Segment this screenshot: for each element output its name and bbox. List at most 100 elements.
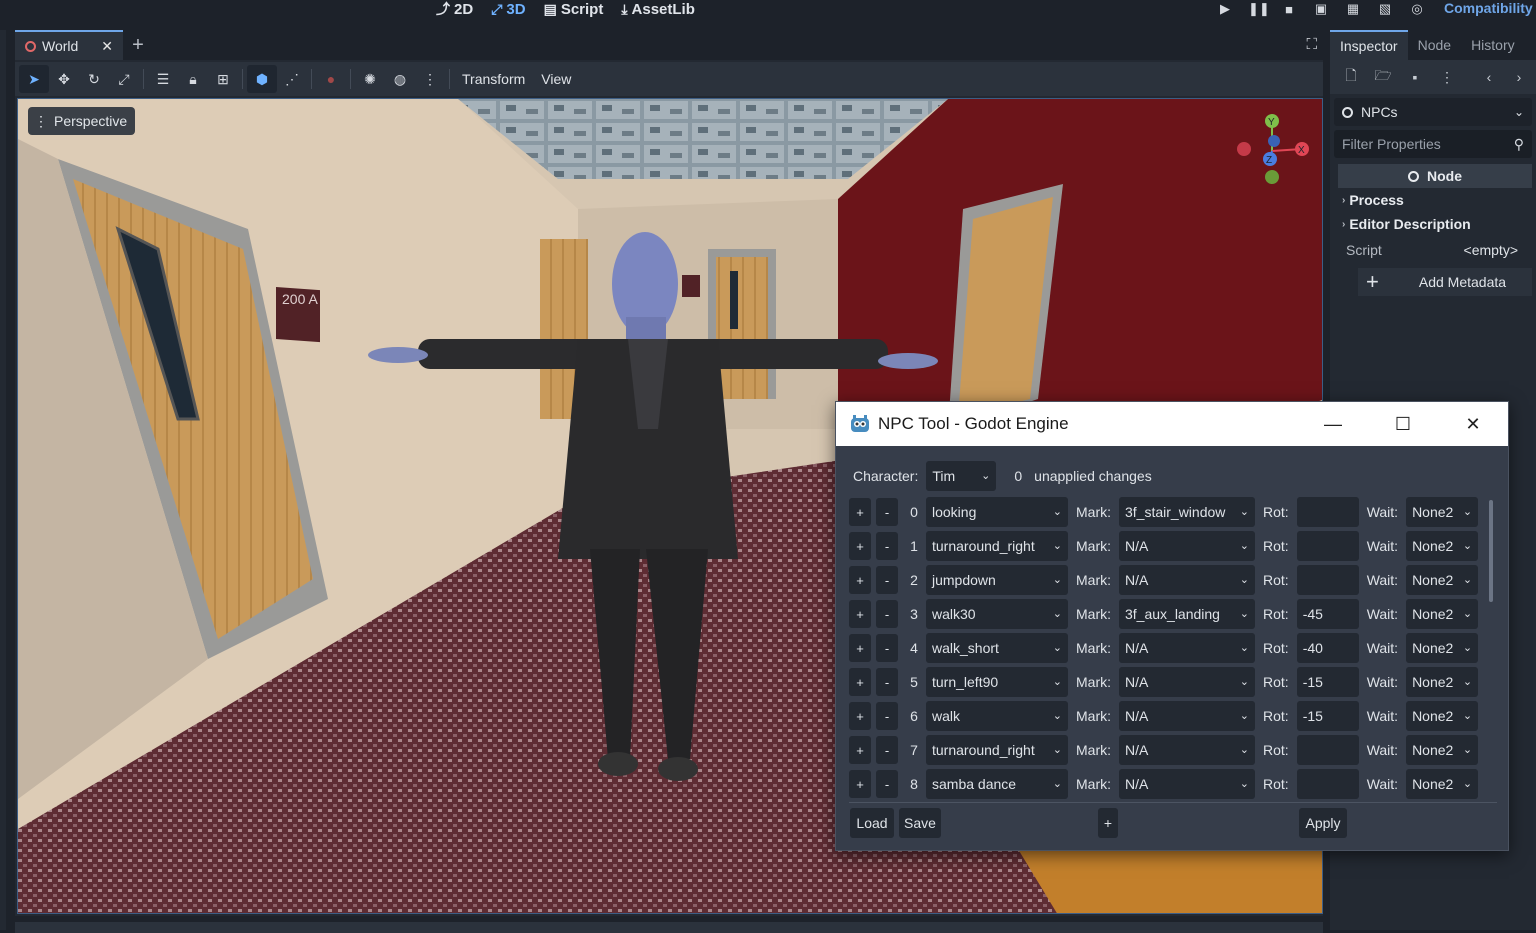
rotation-input[interactable]	[1296, 497, 1359, 527]
script-value[interactable]: <empty>	[1464, 242, 1518, 258]
window-title-bar[interactable]: NPC Tool - Godot Engine — ☐ ✕	[836, 402, 1508, 446]
mark-dropdown[interactable]: N/A ⌄	[1119, 667, 1255, 697]
wait-dropdown[interactable]: None2 ⌄	[1406, 531, 1479, 561]
mark-dropdown[interactable]: 3f_stair_window ⌄	[1119, 497, 1255, 527]
mark-dropdown[interactable]: N/A ⌄	[1119, 701, 1255, 731]
more-options-icon[interactable]: ⋮	[415, 65, 445, 93]
save-icon[interactable]: ▪	[1402, 69, 1428, 85]
group-editor-description[interactable]: › Editor Description	[1342, 212, 1536, 236]
distraction-free-icon[interactable]: ⛶	[1306, 36, 1317, 53]
move-tool-icon[interactable]: ✥	[49, 65, 79, 93]
transform-menu[interactable]: Transform	[454, 71, 533, 87]
view-gizmo[interactable]: Y X Z	[1232, 111, 1312, 191]
load-button[interactable]: Load	[850, 808, 894, 838]
add-step-button[interactable]: +	[849, 498, 871, 526]
add-step-button[interactable]: +	[849, 600, 871, 628]
add-metadata-button[interactable]: + Add Metadata	[1358, 268, 1532, 296]
scene-tab-world[interactable]: World ✕	[15, 30, 123, 60]
wait-dropdown[interactable]: None2 ⌄	[1406, 667, 1479, 697]
add-step-button[interactable]: +	[849, 566, 871, 594]
neg-y-axis-handle[interactable]	[1265, 170, 1279, 184]
remove-step-button[interactable]: -	[876, 770, 898, 798]
workspace-assetlib-button[interactable]: ⤓ AssetLib	[621, 0, 695, 18]
mark-dropdown[interactable]: N/A ⌄	[1119, 633, 1255, 663]
workspace-3d-button[interactable]: ⤢ 3D	[491, 0, 525, 18]
sun-icon[interactable]: ✺	[355, 65, 385, 93]
rotation-input[interactable]: -15	[1296, 667, 1359, 697]
add-step-button[interactable]: +	[849, 634, 871, 662]
new-resource-icon[interactable]: 🗋︎	[1338, 65, 1364, 89]
minimize-icon[interactable]: —	[1298, 402, 1368, 446]
add-step-button[interactable]: +	[849, 668, 871, 696]
pause-icon[interactable]: ❚❚	[1248, 1, 1270, 17]
wait-dropdown[interactable]: None2 ⌄	[1406, 497, 1479, 527]
play-scene-icon[interactable]: ▦	[1344, 1, 1362, 17]
rotation-input[interactable]: -15	[1296, 701, 1359, 731]
remove-step-button[interactable]: -	[876, 532, 898, 560]
mark-dropdown[interactable]: N/A ⌄	[1119, 735, 1255, 765]
remove-step-button[interactable]: -	[876, 600, 898, 628]
remove-step-button[interactable]: -	[876, 566, 898, 594]
remove-step-button[interactable]: -	[876, 736, 898, 764]
play-icon[interactable]: ▶	[1216, 1, 1234, 17]
tab-node[interactable]: Node	[1408, 30, 1461, 60]
close-icon[interactable]: ✕	[1438, 402, 1508, 446]
neg-z-axis-handle[interactable]	[1268, 135, 1280, 147]
wait-dropdown[interactable]: None2 ⌄	[1406, 735, 1479, 765]
animation-dropdown[interactable]: turnaround_right ⌄	[926, 735, 1068, 765]
remote-debug-icon[interactable]: ▣	[1312, 1, 1330, 17]
remove-step-button[interactable]: -	[876, 498, 898, 526]
group-icon[interactable]: ⊞	[208, 65, 238, 93]
animation-dropdown[interactable]: samba dance ⌄	[926, 769, 1068, 799]
scrollbar-thumb[interactable]	[1489, 500, 1493, 602]
select-tool-icon[interactable]: ➤	[19, 65, 49, 93]
group-process[interactable]: › Process	[1342, 188, 1536, 212]
movie-maker-icon[interactable]: ◎	[1408, 1, 1426, 17]
remove-step-button[interactable]: -	[876, 634, 898, 662]
open-folder-icon[interactable]: 🗁︎	[1370, 65, 1396, 89]
list-select-icon[interactable]: ☰	[148, 65, 178, 93]
animation-dropdown[interactable]: walk30 ⌄	[926, 599, 1068, 629]
character-dropdown[interactable]: Tim ⌄	[926, 461, 997, 491]
mark-dropdown[interactable]: 3f_aux_landing ⌄	[1119, 599, 1255, 629]
workspace-script-button[interactable]: ▤ Script	[544, 0, 604, 18]
rotate-tool-icon[interactable]: ↻	[79, 65, 109, 93]
object-selector[interactable]: NPCs ⌄	[1334, 98, 1532, 126]
wait-dropdown[interactable]: None2 ⌄	[1406, 599, 1479, 629]
close-icon[interactable]: ✕	[101, 38, 113, 55]
lock-icon[interactable]: 🔒︎	[178, 65, 208, 93]
tab-history[interactable]: History	[1461, 30, 1525, 60]
local-space-icon[interactable]: ⬢	[247, 65, 277, 93]
maximize-icon[interactable]: ☐	[1368, 402, 1438, 446]
perspective-menu[interactable]: ⋮ Perspective	[28, 107, 136, 135]
save-button[interactable]: Save	[899, 808, 941, 838]
rotation-input[interactable]	[1296, 769, 1359, 799]
renderer-selector[interactable]: Compatibility	[1444, 0, 1536, 16]
back-icon[interactable]: ‹	[1476, 69, 1502, 85]
workspace-2d-button[interactable]: ⤴ 2D	[436, 0, 473, 18]
animation-dropdown[interactable]: turn_left90 ⌄	[926, 667, 1068, 697]
tab-inspector[interactable]: Inspector	[1330, 30, 1408, 60]
rotation-input[interactable]	[1296, 531, 1359, 561]
environment-icon[interactable]: ◍	[385, 65, 415, 93]
rotation-input[interactable]	[1296, 565, 1359, 595]
neg-x-axis-handle[interactable]	[1237, 142, 1251, 156]
wait-dropdown[interactable]: None2 ⌄	[1406, 701, 1479, 731]
add-scene-button[interactable]: +	[123, 30, 153, 60]
scale-tool-icon[interactable]: ⤢	[109, 65, 139, 93]
wait-dropdown[interactable]: None2 ⌄	[1406, 633, 1479, 663]
mark-dropdown[interactable]: N/A ⌄	[1119, 531, 1255, 561]
add-step-button[interactable]: +	[849, 736, 871, 764]
view-menu[interactable]: View	[533, 71, 579, 87]
more-options-icon[interactable]: ⋮	[1434, 69, 1460, 86]
forward-icon[interactable]: ›	[1506, 69, 1532, 85]
mark-dropdown[interactable]: N/A ⌄	[1119, 565, 1255, 595]
animation-dropdown[interactable]: turnaround_right ⌄	[926, 531, 1068, 561]
wait-dropdown[interactable]: None2 ⌄	[1406, 769, 1479, 799]
animation-dropdown[interactable]: walk_short ⌄	[926, 633, 1068, 663]
stop-icon[interactable]: ■	[1280, 2, 1298, 17]
mark-dropdown[interactable]: N/A ⌄	[1119, 769, 1255, 799]
scrollbar[interactable]	[1489, 500, 1494, 795]
animation-dropdown[interactable]: walk ⌄	[926, 701, 1068, 731]
add-row-button[interactable]: +	[1098, 808, 1118, 838]
